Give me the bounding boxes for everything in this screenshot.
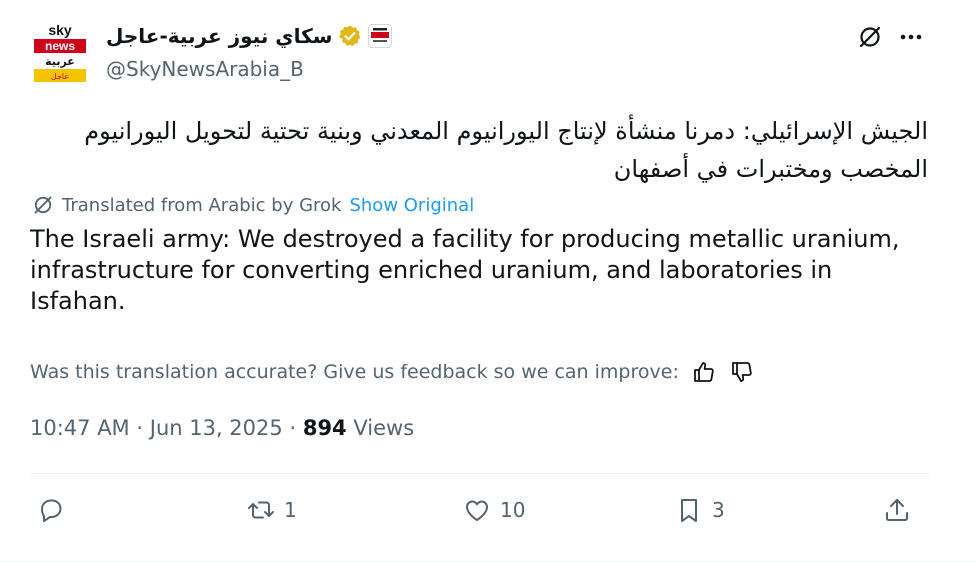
thumbs-down-icon[interactable]: [729, 359, 755, 385]
views-count: 894: [302, 416, 347, 440]
post-translation-text: The Israeli army: We destroyed a facilit…: [30, 225, 900, 315]
logo-text-urgent: عاجل: [51, 72, 69, 81]
bookmark-count: 3: [712, 498, 725, 522]
views-label: Views: [353, 416, 415, 440]
more-icon[interactable]: [897, 24, 925, 50]
share-icon: [886, 499, 908, 521]
logo-text-sky: sky: [48, 22, 72, 38]
repost-count: 1: [284, 498, 297, 522]
post-original-text: الجيش الإسرائيلي: دمرنا منشأة لإنتاج الي…: [84, 117, 928, 183]
share-button[interactable]: [882, 490, 912, 530]
tweet-card: sky news عربية عاجل سكاي نيوز عربية-عاجل…: [0, 0, 975, 562]
like-button[interactable]: 10: [462, 490, 525, 530]
repost-icon: [248, 501, 274, 519]
post-meta: 10:47 AM · Jun 13, 2025 · 894 Views: [30, 416, 414, 440]
verified-badge-icon[interactable]: [338, 24, 362, 48]
sky-news-badge-icon[interactable]: [368, 24, 393, 48]
author-name-row: سكاي نيوز عربية-عاجل: [106, 24, 393, 48]
reply-button[interactable]: [36, 490, 74, 530]
logo-text-news: news: [45, 39, 75, 53]
meta-separator: ·: [136, 416, 144, 440]
thumbs-up-icon[interactable]: [691, 359, 717, 385]
translation-feedback: Was this translation accurate? Give us f…: [30, 359, 755, 385]
meta-separator: ·: [289, 416, 297, 440]
post-date[interactable]: Jun 13, 2025: [150, 416, 283, 440]
author-display-name[interactable]: سكاي نيوز عربية-عاجل: [106, 24, 332, 48]
show-original-link[interactable]: Show Original: [349, 195, 474, 216]
bookmark-icon: [681, 499, 697, 522]
logo-text-arabiya: عربية: [45, 55, 75, 68]
bookmark-button[interactable]: 3: [674, 490, 725, 530]
avatar[interactable]: sky news عربية عاجل: [28, 20, 92, 84]
repost-button[interactable]: 1: [246, 490, 297, 530]
translation-notice: Translated from Arabic by Grok Show Orig…: [32, 194, 474, 216]
sky-news-arabia-logo: sky news عربية عاجل: [28, 20, 92, 84]
grok-icon[interactable]: [857, 24, 883, 50]
feedback-prompt: Was this translation accurate? Give us f…: [30, 361, 679, 383]
post-time[interactable]: 10:47 AM: [30, 416, 130, 440]
grok-small-icon: [34, 196, 52, 214]
divider: [30, 473, 930, 474]
reply-icon: [41, 499, 62, 522]
like-count: 10: [500, 498, 526, 522]
translated-label: Translated from Arabic by Grok: [62, 194, 342, 216]
heart-icon: [466, 500, 488, 521]
author-handle[interactable]: @SkyNewsArabia_B: [106, 57, 304, 81]
action-bar: 1 10 3: [30, 490, 930, 534]
